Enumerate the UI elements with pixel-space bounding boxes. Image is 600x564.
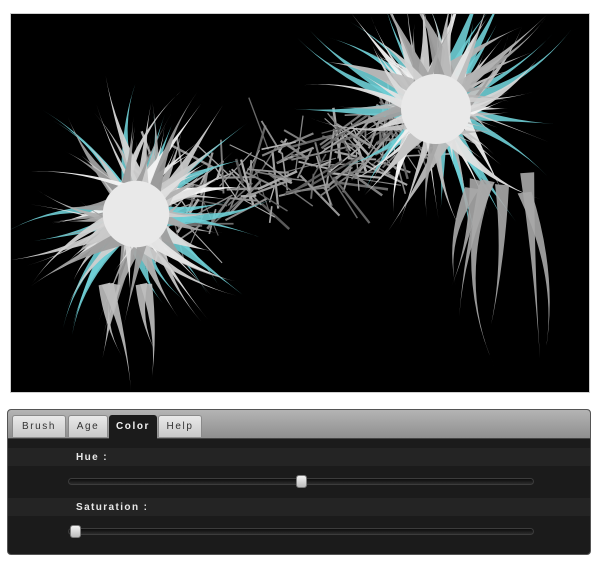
- control-panel: Brush Age Color Help Hue : Saturation :: [7, 409, 591, 555]
- tab-age[interactable]: Age: [68, 415, 108, 437]
- tab-color[interactable]: Color: [109, 415, 157, 439]
- brush-strand: [226, 187, 261, 191]
- brush-strand: [247, 168, 289, 174]
- tab-help[interactable]: Help: [158, 415, 202, 437]
- brush-strand: [261, 203, 291, 230]
- brush-core: [102, 180, 170, 248]
- hue-slider[interactable]: [68, 475, 534, 488]
- brush-strand: [279, 157, 337, 175]
- hue-slider-handle[interactable]: [296, 475, 307, 488]
- brush-artwork: [11, 14, 573, 392]
- drawing-canvas[interactable]: [10, 13, 590, 393]
- brush-strand: [219, 139, 225, 194]
- tab-bar: Brush Age Color Help: [8, 410, 590, 439]
- saturation-slider[interactable]: [68, 525, 534, 538]
- tab-brush[interactable]: Brush: [12, 415, 66, 437]
- brush-spike: [471, 183, 495, 366]
- brush-strand: [248, 97, 269, 150]
- hue-label: Hue :: [76, 452, 108, 463]
- saturation-slider-handle[interactable]: [70, 525, 81, 538]
- brush-spike: [489, 184, 509, 334]
- brush-strand: [268, 206, 273, 224]
- brush-core: [401, 74, 471, 144]
- brush-strand: [347, 157, 377, 161]
- saturation-label: Saturation :: [76, 502, 149, 513]
